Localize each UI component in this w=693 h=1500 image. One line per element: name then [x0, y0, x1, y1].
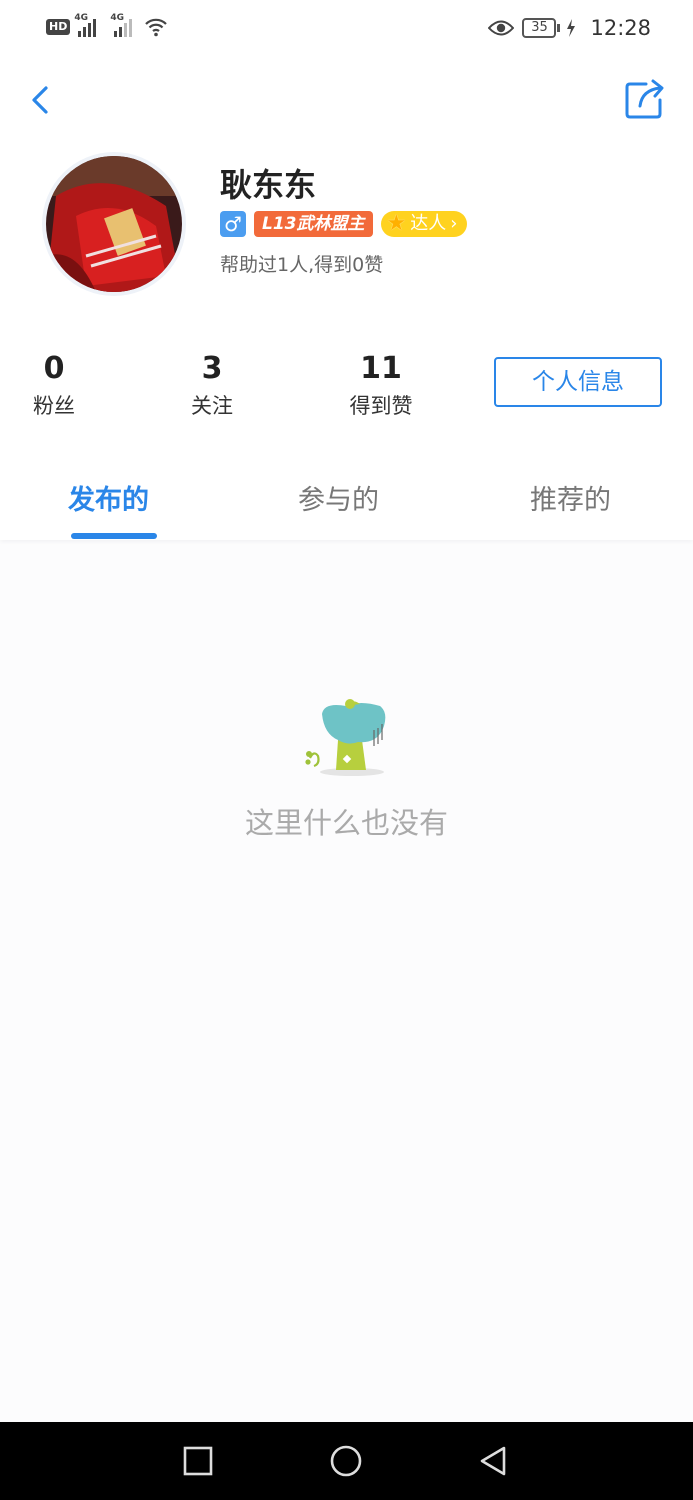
avatar[interactable] — [46, 156, 182, 292]
tab-published[interactable]: 发布的 — [68, 478, 149, 517]
tab-recommended[interactable]: 推荐的 — [530, 478, 611, 517]
stat-label: 关注 — [191, 394, 233, 418]
back-chevron-icon[interactable] — [22, 80, 62, 120]
stat-label: 得到赞 — [349, 394, 413, 418]
circle-icon[interactable] — [329, 1444, 363, 1478]
user-name: 耿东东 — [220, 166, 317, 204]
stat-value: 11 — [360, 351, 402, 386]
stat-value: 3 — [201, 351, 223, 386]
chevron-right-icon: › — [450, 213, 458, 234]
expert-badge[interactable]: ★ 达人 › — [380, 211, 468, 237]
battery-indicator: 35 — [522, 18, 561, 38]
badge-row: ♂ L13武林盟主 ★ 达人 › — [220, 211, 468, 237]
stat-likes[interactable]: 11 得到赞 — [340, 350, 422, 420]
empty-state-illustration — [305, 699, 386, 776]
stat-label: 粉丝 — [33, 394, 75, 418]
level-badge: L13武林盟主 — [254, 211, 373, 237]
hd-badge: HD — [46, 19, 71, 35]
signal-icon: 4G — [74, 13, 97, 37]
helped-summary: 帮助过1人,得到0赞 — [220, 254, 384, 276]
charging-icon — [567, 19, 576, 37]
network-type-label: 4G — [74, 13, 88, 23]
stat-followers[interactable]: 0 粉丝 — [28, 350, 80, 420]
status-right: 35 12:28 — [488, 16, 651, 40]
star-icon: ★ — [386, 211, 407, 236]
gender-badge: ♂ — [220, 211, 246, 237]
signal-icon-2: 4G — [110, 13, 133, 37]
personal-info-button[interactable]: 个人信息 — [494, 357, 662, 407]
status-bar: HD 4G 4G 35 12:28 — [0, 0, 693, 58]
tab-indicator — [71, 533, 157, 539]
system-navigation-bar — [0, 1422, 693, 1500]
square-icon[interactable] — [181, 1444, 215, 1478]
triangle-back-icon[interactable] — [476, 1444, 510, 1478]
tab-participated[interactable]: 参与的 — [298, 478, 379, 517]
avatar-image — [46, 156, 182, 292]
empty-state-text: 这里什么也没有 — [244, 806, 448, 840]
expert-badge-label: 达人 — [410, 213, 447, 234]
stat-following[interactable]: 3 关注 — [184, 350, 240, 420]
eye-icon — [488, 20, 515, 36]
network-type-label-2: 4G — [110, 13, 124, 23]
status-left: HD 4G 4G — [46, 13, 168, 37]
clock: 12:28 — [590, 16, 651, 40]
stat-value: 0 — [43, 351, 65, 386]
wifi-icon — [145, 18, 168, 37]
share-icon[interactable] — [622, 76, 668, 122]
